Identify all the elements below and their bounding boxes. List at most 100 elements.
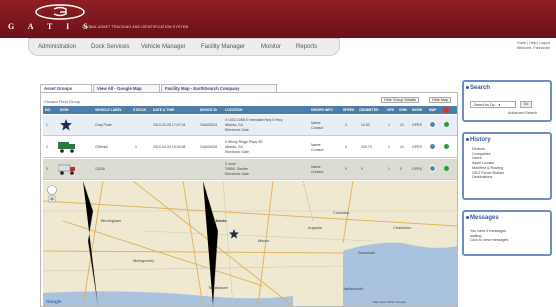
map-globe-icon[interactable]: [429, 121, 436, 128]
hide-map-button[interactable]: Hide Map: [429, 97, 452, 103]
brand-name: G A T I S: [8, 22, 94, 31]
table-row[interactable]: 2 G95mini 1 2010-04-09 10:02:08 GAA00026…: [43, 137, 457, 158]
row-gps: 1: [388, 145, 390, 149]
messages-bullet-icon: [466, 216, 469, 219]
welcome-text: Welcome, Panhandle: [516, 45, 550, 50]
search-title: Search: [470, 85, 491, 91]
tab-asset-groups[interactable]: Asset Groups: [40, 84, 92, 92]
nav-vehicle-manager[interactable]: Vehicle Manager: [141, 44, 186, 50]
map-label: Jacksonville: [343, 287, 364, 291]
map-pan-control-icon[interactable]: [47, 185, 57, 203]
table-row[interactable]: 1 Gray Pade 2010-02-25 17:07:04 GAA00024…: [43, 115, 457, 136]
search-select[interactable]: - Select An Op... ▾: [470, 101, 516, 108]
app-header: G A T I S GLOBAL ASSET TRACKING AND IDEN…: [0, 0, 556, 38]
nav-administration[interactable]: Administration: [38, 44, 76, 50]
row-mode: GPRS: [412, 123, 422, 127]
col-driver: DRIVER INFO: [311, 108, 333, 112]
vehicle-label[interactable]: 13159: [95, 167, 105, 171]
search-bullet-icon: [466, 86, 469, 89]
view-messages-link[interactable]: Click to view messages: [470, 238, 508, 243]
row-driver-name: Name:: [311, 143, 322, 147]
row-speed: 0: [345, 123, 347, 127]
alert-icon[interactable]: [443, 107, 449, 113]
row-driver-contact: Contact:: [311, 148, 325, 152]
table-row[interactable]: 3 13159 0 none T9850, Shelter Electronic…: [43, 159, 457, 180]
row-location-2: Atlanta, GA: [225, 123, 243, 127]
row-driver-contact: Contact:: [311, 126, 325, 130]
row-mode: GPRS: [412, 167, 422, 171]
vehicle-label[interactable]: Gray Pade: [95, 123, 112, 127]
gatis-logo-icon: [35, 4, 85, 20]
row-location-1: 0 1002-1056 E Interstate Hwy N Hwy: [225, 118, 283, 122]
status-dot-icon: [444, 144, 449, 149]
main-content: Asset Groups View All - Google Map Facil…: [40, 78, 458, 307]
col-device: DEVICE ID: [200, 108, 217, 112]
col-odometer: ODOMETER: [359, 108, 379, 112]
nav-facility-manager[interactable]: Facility Manager: [201, 44, 245, 50]
row-no: 1: [46, 123, 48, 127]
history-item-destinations[interactable]: Destinations: [472, 175, 504, 180]
group-label: Chosen Fleet Group: [44, 99, 81, 104]
row-speed: 0: [345, 145, 347, 149]
col-speed: SPEED: [343, 108, 355, 112]
map-globe-icon[interactable]: [429, 143, 436, 150]
col-gps: GPS: [387, 108, 395, 112]
van-vehicle-icon: [58, 164, 75, 175]
map-canvas: [43, 181, 457, 306]
row-no: 2: [46, 145, 48, 149]
col-date: DATE & TIME: [153, 108, 175, 112]
vehicle-label[interactable]: G95mini: [95, 145, 108, 149]
search-go-button[interactable]: Go: [520, 101, 532, 108]
row-gsm: 0: [400, 167, 402, 171]
row-location-1: 0 none: [225, 162, 236, 166]
row-location-3: Electronic Gate: [225, 172, 249, 176]
row-odometer: 0: [361, 167, 363, 171]
col-mode: MODE: [412, 108, 423, 112]
col-location: LOCATION: [225, 108, 243, 112]
history-list: Devices Companies Users Asset Locator Ma…: [472, 147, 504, 180]
tab-google-map[interactable]: View All - Google Map: [93, 84, 160, 92]
col-gsm: GSM: [399, 108, 407, 112]
row-gps: 1: [388, 167, 390, 171]
row-no: 3: [46, 167, 48, 171]
map-label: Columbia: [333, 211, 350, 215]
top-links[interactable]: Home | Help | Logout: [517, 41, 550, 46]
messages-body: You have 0 messages waiting Click to vie…: [470, 229, 508, 243]
user-links: Home | Help | Logout Welcome, Panhandle: [517, 41, 550, 50]
advanced-search-link[interactable]: Advanced Search: [508, 111, 537, 116]
nav-monitor[interactable]: Monitor: [261, 44, 281, 50]
main-nav: Administration Dock Services Vehicle Man…: [28, 38, 340, 56]
row-driver-name: Name:: [311, 165, 322, 169]
row-speed: 0: [345, 167, 347, 171]
map-globe-icon[interactable]: [429, 165, 436, 172]
col-no: NO.: [45, 108, 52, 112]
google-logo-icon: Google: [46, 299, 62, 304]
hide-group-button[interactable]: Hide Group Details: [381, 97, 420, 103]
row-device: GAA00024: [200, 123, 218, 127]
history-title: History: [470, 137, 491, 143]
status-dot-icon: [444, 122, 449, 127]
row-location-2: T9850, Shelter: [225, 167, 248, 171]
map-label: Birmingham: [101, 219, 122, 223]
history-box: History Devices Companies Users Asset Lo…: [462, 132, 552, 200]
history-item-manifest[interactable]: Manifest & Routing: [472, 166, 504, 171]
row-location-2: Atlanta, GA: [225, 145, 243, 149]
row-odometer: 229.73: [361, 145, 372, 149]
star-vehicle-icon: [60, 119, 72, 131]
row-status: 1: [135, 145, 137, 149]
brand-tagline: GLOBAL ASSET TRACKING AND IDENTIFICATION…: [82, 25, 189, 29]
tab-facility-map[interactable]: Facility Map - EarthSearch Company: [161, 84, 277, 92]
asset-panel: Chosen Fleet Group Hide Group Details Hi…: [40, 92, 458, 307]
map-label: Tallahassee: [208, 286, 229, 290]
row-gsm: 21: [400, 145, 404, 149]
google-map[interactable]: Birmingham Atlanta Montgomery Savannah J…: [43, 181, 457, 306]
map-label: Augusta: [308, 226, 322, 230]
row-location-3: Electronic Gate: [225, 128, 249, 132]
nav-dock-services[interactable]: Dock Services: [91, 44, 129, 50]
col-status: STATUS: [133, 108, 147, 112]
vehicle-marker-icon[interactable]: [229, 229, 239, 239]
nav-reports[interactable]: Reports: [296, 44, 317, 50]
col-icon: ICON: [60, 108, 69, 112]
row-gsm: 22: [400, 123, 404, 127]
map-label: Macon: [258, 239, 270, 243]
